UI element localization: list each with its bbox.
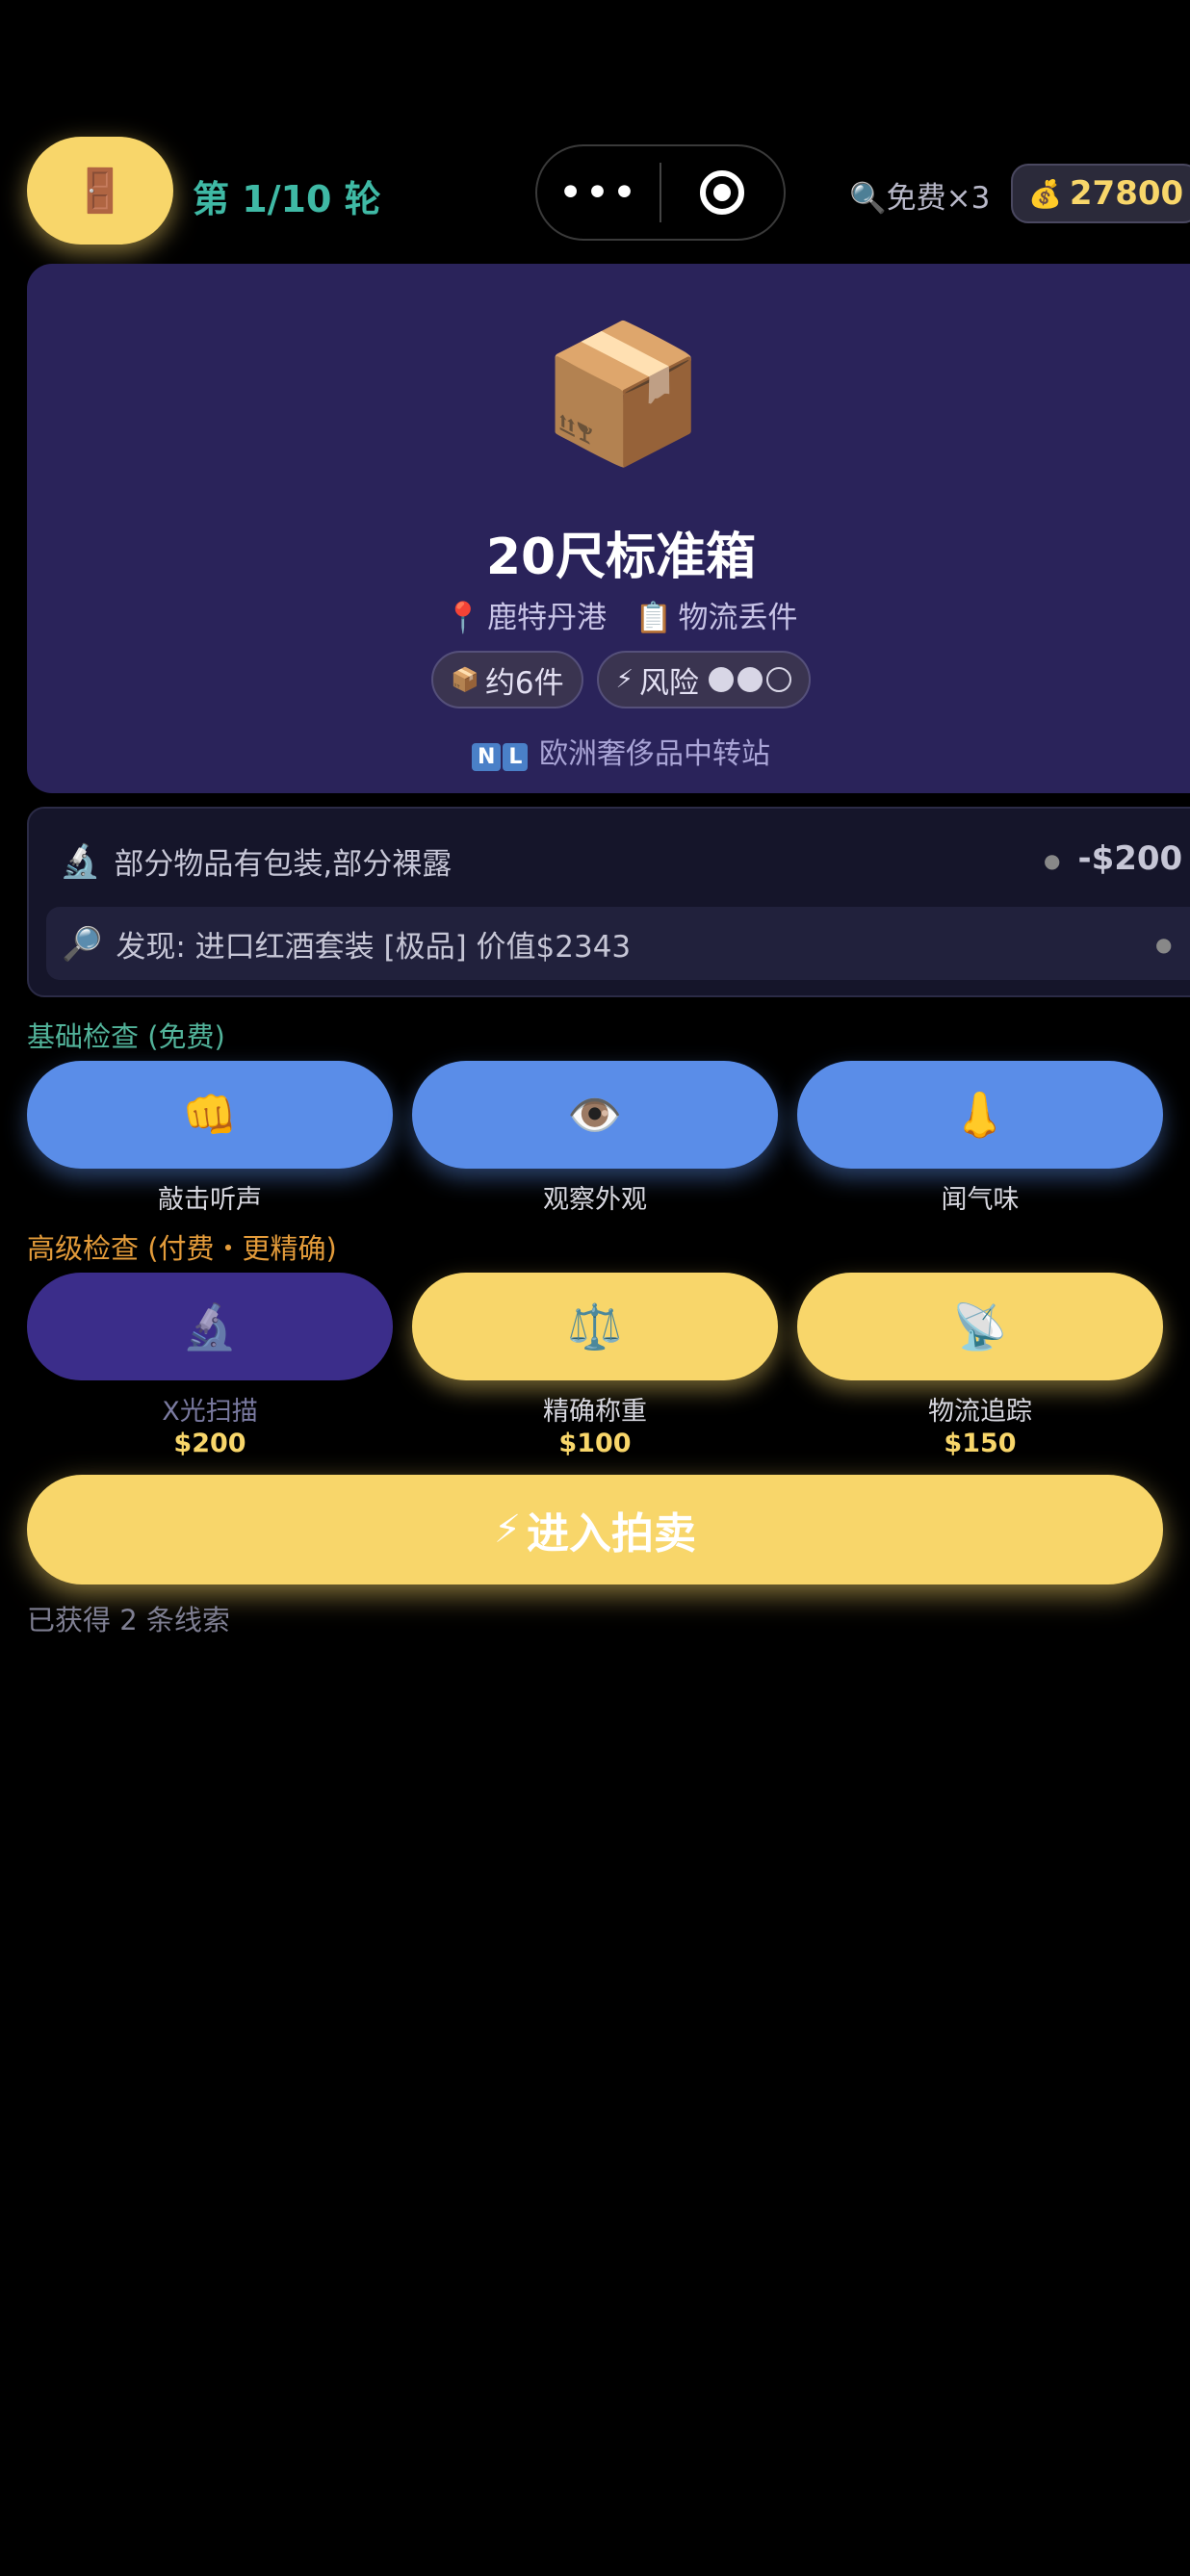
logistics-track-button[interactable]: 📡 [797, 1273, 1163, 1380]
clipboard-icon: 📋 [634, 601, 673, 635]
pin-icon: 📍 [444, 601, 482, 635]
advanced-checks-title: 高级检查 (付费・更精确) [27, 1232, 337, 1265]
item-count-chip: 📦 约6件 [431, 651, 583, 708]
logistics-track-price: $150 [944, 1429, 1017, 1458]
scales-icon: ⚖️ [567, 1300, 623, 1352]
container-title: 20尺标准箱 [485, 528, 757, 586]
enter-auction-label: 进入拍卖 [527, 1509, 697, 1558]
money-balance: 💰 27800 [1011, 164, 1190, 223]
netherlands-flag-icon: NL [472, 737, 530, 771]
precise-weigh-price: $100 [558, 1429, 632, 1458]
container-chips: 📦 约6件 ⚡ 风险 [0, 651, 1190, 708]
item-count-label: 约6件 [484, 665, 564, 701]
lightning-icon: ⚡ [615, 665, 634, 694]
clue-bullet: ● [1155, 933, 1173, 956]
risk-dot [708, 667, 734, 692]
observe-appearance-label: 观察外观 [543, 1185, 647, 1215]
money-amount: 27800 [1069, 174, 1184, 213]
basic-checks-title: 基础检查 (免费) [27, 1020, 225, 1053]
flag-letter: L [503, 743, 529, 771]
risk-level-dots [705, 667, 791, 692]
risk-dot [737, 667, 763, 692]
risk-chip: ⚡ 风险 [596, 651, 811, 708]
clue-text: 部分物品有包装,部分裸露 [114, 847, 453, 882]
container-location: 鹿特丹港 [487, 601, 608, 635]
exit-button[interactable]: 🚪 [27, 137, 173, 245]
free-checks-counter: 🔍免费×3 [849, 173, 990, 217]
door-icon: 🚪 [73, 167, 127, 216]
satellite-dish-icon: 📡 [952, 1300, 1008, 1352]
magnifier-icon: 🔎 [62, 924, 103, 964]
mini-program-capsule: ••• [535, 144, 786, 241]
xray-scan-label: X光扫描 [162, 1397, 258, 1427]
microscope-icon: 🔬 [60, 841, 101, 881]
package-icon: 📦 [539, 316, 708, 473]
container-origin: NL 欧洲奢侈品中转站 [0, 730, 1190, 772]
close-capsule-button[interactable] [661, 170, 784, 215]
money-bag-icon: 💰 [1028, 177, 1062, 210]
more-menu-icon[interactable]: ••• [537, 168, 660, 218]
flag-letter: N [472, 743, 502, 771]
enter-auction-button[interactable]: ⚡ 进入拍卖 [27, 1475, 1163, 1584]
smell-label: 闻气味 [941, 1185, 1020, 1215]
clue-item: 🔬 部分物品有包装,部分裸露 [60, 839, 452, 883]
container-source: 物流丢件 [678, 601, 798, 635]
clue-item: 🔎 发现: 进口红酒套装 [极品] 价值$2343 [62, 922, 631, 966]
magnifier-icon: 🔍 [849, 181, 887, 216]
smell-button[interactable]: 👃 [797, 1061, 1163, 1169]
clue-text: 发现: 进口红酒套装 [极品] 价值$2343 [116, 930, 632, 965]
knock-listen-label: 敲击听声 [158, 1185, 262, 1215]
target-icon [700, 170, 745, 215]
lightning-icon: ⚡ [493, 1507, 522, 1552]
precise-weigh-label: 精确称重 [543, 1397, 647, 1427]
origin-label: 欧洲奢侈品中转站 [539, 737, 770, 771]
clue-cost: ● -$200 [1044, 839, 1183, 878]
free-checks-label: 免费×3 [886, 181, 991, 216]
container-meta: 📍 鹿特丹港 📋 物流丢件 [0, 593, 1190, 636]
risk-label: 风险 [638, 665, 699, 701]
round-indicator: 第 1/10 轮 [193, 178, 381, 220]
precise-weigh-button[interactable]: ⚖️ [412, 1273, 778, 1380]
microscope-icon: 🔬 [182, 1300, 238, 1352]
risk-dot [765, 667, 791, 692]
logistics-track-label: 物流追踪 [928, 1397, 1032, 1427]
eye-icon: 👁️ [567, 1088, 623, 1141]
clue-cost-value: -$200 [1077, 839, 1183, 878]
observe-appearance-button[interactable]: 👁️ [412, 1061, 778, 1169]
fist-icon: 👊 [182, 1088, 238, 1141]
knock-listen-button[interactable]: 👊 [27, 1061, 393, 1169]
package-icon: 📦 [451, 666, 479, 693]
clue-count: 已获得 2 条线索 [27, 1604, 230, 1636]
nose-icon: 👃 [952, 1088, 1008, 1141]
xray-scan-price: $200 [173, 1429, 246, 1458]
xray-scan-button[interactable]: 🔬 [27, 1273, 393, 1380]
